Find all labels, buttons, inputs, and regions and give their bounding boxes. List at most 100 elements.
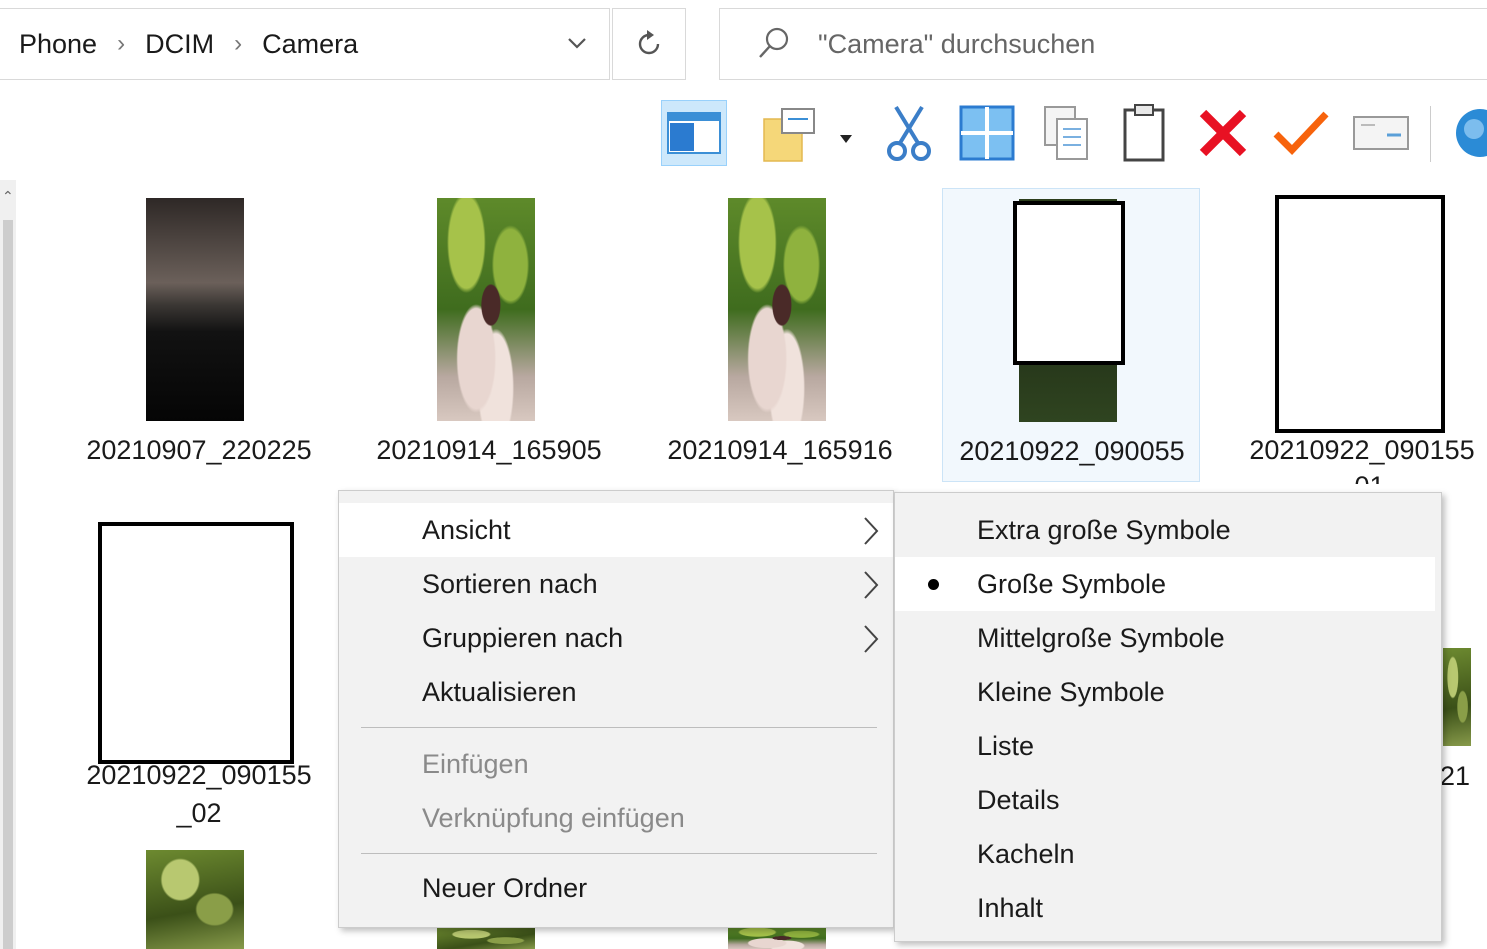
menu-item-label: Aktualisieren	[422, 677, 577, 707]
menu-item-sortieren[interactable]: Sortieren nach	[339, 557, 893, 611]
menu-separator	[361, 853, 877, 854]
submenu-item-medium-icons[interactable]: Mittelgroße Symbole	[895, 611, 1441, 665]
globe-button[interactable]	[1442, 100, 1487, 166]
breadcrumb-separator[interactable]: ›	[234, 30, 242, 58]
properties-button[interactable]	[758, 100, 858, 166]
menu-item-einfuegen[interactable]: Einfügen	[339, 737, 893, 791]
photo-thumbnail[interactable]	[437, 928, 535, 949]
delete-button[interactable]	[1190, 100, 1256, 166]
photo-thumbnail	[437, 198, 535, 421]
file-name: 20210907_220225	[86, 435, 312, 465]
menu-item-label: Sortieren nach	[422, 569, 598, 599]
breadcrumb-separator[interactable]: ›	[117, 30, 125, 58]
address-bar[interactable]: Phone › DCIM › Camera	[0, 8, 610, 80]
toolbar-divider	[1430, 106, 1431, 162]
redaction-box	[98, 522, 294, 764]
cut-icon	[887, 105, 931, 161]
cut-button[interactable]	[876, 100, 942, 166]
photo-thumbnail	[728, 198, 826, 421]
context-menu: Ansicht Sortieren nach Gruppieren nach A…	[338, 490, 894, 928]
properties-icon	[763, 108, 852, 162]
breadcrumb-phone[interactable]: Phone	[19, 29, 97, 60]
delete-icon	[1199, 109, 1247, 157]
refresh-icon	[638, 30, 660, 55]
redaction-box	[1275, 195, 1445, 433]
select-all-icon	[959, 105, 1015, 161]
file-name-line2: _02	[176, 798, 222, 828]
scroll-up-icon[interactable]: ⌃	[2, 188, 14, 205]
email-button[interactable]	[1348, 100, 1414, 166]
menu-item-label: Extra große Symbole	[977, 515, 1231, 545]
menu-item-label: Kacheln	[977, 839, 1075, 869]
menu-item-label: Ansicht	[422, 515, 511, 545]
rename-button[interactable]	[1268, 100, 1334, 166]
menu-item-label: Details	[977, 785, 1060, 815]
preview-pane-icon	[667, 112, 721, 154]
breadcrumb: Phone › DCIM › Camera	[19, 29, 358, 60]
photo-thumbnail	[146, 198, 244, 421]
refresh-button[interactable]	[612, 8, 686, 80]
chevron-right-icon	[864, 517, 879, 545]
photo-thumbnail-partial	[1443, 648, 1471, 746]
copy-icon	[1044, 106, 1088, 160]
toolbar	[0, 96, 1487, 176]
copy-button[interactable]	[1033, 100, 1099, 166]
radio-bullet-icon	[928, 579, 939, 590]
file-name: 20210914_165905	[376, 435, 602, 465]
search-input[interactable]: "Camera" durchsuchen	[818, 29, 1095, 60]
chevron-right-icon	[864, 625, 879, 653]
submenu-item-large-icons[interactable]: Große Symbole	[895, 557, 1435, 611]
file-name-line2: _01	[1233, 468, 1487, 484]
file-tile-selected[interactable]: 20210922_090055	[942, 188, 1200, 482]
menu-item-label: Mittelgroße Symbole	[977, 623, 1225, 653]
paste-button[interactable]	[1111, 100, 1177, 166]
photo-thumbnail[interactable]	[728, 928, 826, 949]
submenu-item-tiles[interactable]: Kacheln	[895, 827, 1441, 881]
email-icon	[1353, 116, 1409, 150]
submenu-item-content[interactable]: Inhalt	[895, 881, 1441, 935]
rename-check-icon	[1273, 111, 1329, 156]
file-tile[interactable]: 20210922_090155 _02	[70, 515, 328, 835]
file-name: 20210922_090155	[1249, 435, 1475, 465]
menu-item-label: Einfügen	[422, 749, 529, 779]
menu-separator	[361, 727, 877, 728]
menu-item-verknuepfung-einfuegen[interactable]: Verknüpfung einfügen	[339, 791, 893, 845]
file-tile[interactable]: 20210907_220225	[70, 188, 328, 488]
chevron-right-icon	[864, 571, 879, 599]
submenu-item-extra-large-icons[interactable]: Extra große Symbole	[895, 503, 1441, 557]
file-tile[interactable]: 20210914_165916	[651, 188, 909, 488]
search-box[interactable]: "Camera" durchsuchen	[719, 8, 1487, 80]
scrollbar-thumb[interactable]	[3, 220, 13, 949]
photo-thumbnail[interactable]	[146, 850, 244, 949]
menu-item-label: Kleine Symbole	[977, 677, 1165, 707]
chevron-down-icon[interactable]	[565, 31, 589, 55]
globe-icon	[1456, 109, 1487, 157]
menu-item-label: Liste	[977, 731, 1035, 761]
file-tile[interactable]: 20210922_090155 _01	[1233, 188, 1487, 488]
menu-item-neuer-ordner[interactable]: Neuer Ordner	[339, 861, 893, 915]
select-all-button[interactable]	[954, 100, 1020, 166]
search-icon	[759, 27, 789, 58]
file-name: 20210922_090055	[959, 436, 1185, 466]
menu-item-aktualisieren[interactable]: Aktualisieren	[339, 665, 893, 719]
menu-item-label: Große Symbole	[977, 569, 1167, 599]
file-name-partial: 21	[1440, 761, 1471, 791]
menu-item-label: Neuer Ordner	[422, 873, 588, 903]
breadcrumb-dcim[interactable]: DCIM	[145, 29, 214, 60]
menu-item-label: Gruppieren nach	[422, 623, 624, 653]
vertical-scrollbar[interactable]: ⌃	[0, 180, 16, 949]
submenu-item-details[interactable]: Details	[895, 773, 1441, 827]
preview-pane-button[interactable]	[661, 100, 727, 166]
submenu-item-small-icons[interactable]: Kleine Symbole	[895, 665, 1441, 719]
file-name: 20210914_165916	[667, 435, 893, 465]
submenu-item-list[interactable]: Liste	[895, 719, 1441, 773]
menu-item-label: Inhalt	[977, 893, 1044, 923]
menu-item-gruppieren[interactable]: Gruppieren nach	[339, 611, 893, 665]
file-tile[interactable]: 20210914_165905	[360, 188, 618, 488]
redaction-box	[1013, 201, 1125, 365]
menu-item-label: Verknüpfung einfügen	[422, 803, 685, 833]
menu-item-ansicht[interactable]: Ansicht	[339, 503, 893, 557]
file-name: 20210922_090155	[86, 760, 312, 790]
paste-icon	[1123, 104, 1165, 162]
breadcrumb-camera[interactable]: Camera	[262, 29, 358, 60]
